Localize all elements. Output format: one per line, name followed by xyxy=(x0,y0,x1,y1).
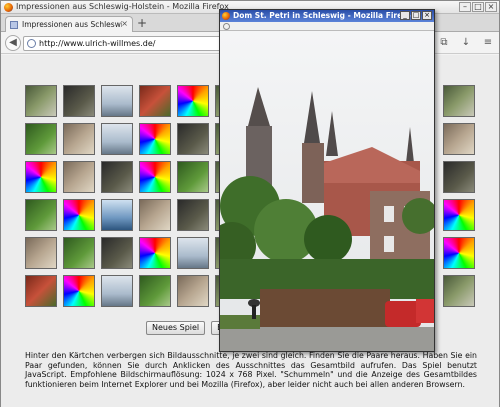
memory-card[interactable] xyxy=(25,85,57,117)
popup-title: Dom St. Petri in Schleswig - Mozilla Fir… xyxy=(233,11,416,20)
memory-card[interactable] xyxy=(177,275,209,307)
tab-close-icon[interactable]: × xyxy=(121,19,128,28)
window-title: Impressionen aus Schleswig-Holstein - Mo… xyxy=(16,2,229,11)
memory-card[interactable] xyxy=(25,275,57,307)
tab-label: Impressionen aus Schleswig-Holst... xyxy=(22,20,122,29)
memory-card[interactable] xyxy=(139,237,171,269)
toolbar-icons: ⧉ ↓ ≡ xyxy=(437,36,495,50)
memory-card[interactable] xyxy=(101,123,133,155)
maximize-button[interactable]: □ xyxy=(472,2,484,12)
memory-card[interactable] xyxy=(25,161,57,193)
memory-card[interactable] xyxy=(443,237,475,269)
popup-minimize-button[interactable]: _ xyxy=(400,11,410,20)
memory-card[interactable] xyxy=(101,161,133,193)
new-game-button[interactable]: Neues Spiel xyxy=(146,321,206,335)
firefox-icon xyxy=(222,12,230,20)
memory-card[interactable] xyxy=(63,85,95,117)
memory-card[interactable] xyxy=(139,123,171,155)
memory-card[interactable] xyxy=(139,85,171,117)
memory-card[interactable] xyxy=(139,275,171,307)
cathedral-image xyxy=(220,31,434,351)
memory-card[interactable] xyxy=(101,275,133,307)
memory-card[interactable] xyxy=(443,123,475,155)
popup-close-button[interactable]: × xyxy=(422,11,432,20)
memory-card[interactable] xyxy=(177,237,209,269)
memory-card[interactable] xyxy=(443,85,475,117)
memory-card[interactable] xyxy=(443,161,475,193)
popup-address-strip xyxy=(220,22,434,31)
memory-card[interactable] xyxy=(177,123,209,155)
download-icon[interactable]: ↓ xyxy=(459,36,473,50)
memory-card[interactable] xyxy=(139,161,171,193)
memory-card[interactable] xyxy=(25,199,57,231)
globe-icon xyxy=(27,39,36,48)
memory-card[interactable] xyxy=(25,237,57,269)
addon-icon[interactable]: ⧉ xyxy=(437,36,451,50)
tab-impressionen[interactable]: Impressionen aus Schleswig-Holst... × xyxy=(5,16,133,32)
memory-card[interactable] xyxy=(63,161,95,193)
browser-window: Impressionen aus Schleswig-Holstein - Mo… xyxy=(0,0,500,407)
memory-card[interactable] xyxy=(177,85,209,117)
popup-titlebar: Dom St. Petri in Schleswig - Mozilla Fir… xyxy=(220,10,434,22)
new-tab-button[interactable]: + xyxy=(137,16,147,30)
popup-window-controls: _ □ × xyxy=(400,11,432,20)
memory-card[interactable] xyxy=(101,237,133,269)
game-description: Hinter den Kärtchen verbergen sich Bilda… xyxy=(25,351,477,389)
url-bar[interactable]: http://www.ulrich-willmes.de/ xyxy=(23,36,223,51)
popup-maximize-button[interactable]: □ xyxy=(411,11,421,20)
popup-window: Dom St. Petri in Schleswig - Mozilla Fir… xyxy=(219,9,435,352)
page-icon xyxy=(223,23,230,30)
firefox-icon xyxy=(4,3,13,12)
memory-card[interactable] xyxy=(63,199,95,231)
memory-card[interactable] xyxy=(101,199,133,231)
memory-card[interactable] xyxy=(25,123,57,155)
memory-card[interactable] xyxy=(443,275,475,307)
memory-card[interactable] xyxy=(177,199,209,231)
memory-card[interactable] xyxy=(443,199,475,231)
memory-card[interactable] xyxy=(139,199,171,231)
memory-card[interactable] xyxy=(101,85,133,117)
menu-icon[interactable]: ≡ xyxy=(481,36,495,50)
memory-card[interactable] xyxy=(63,275,95,307)
memory-card[interactable] xyxy=(63,237,95,269)
url-text: http://www.ulrich-willmes.de/ xyxy=(39,39,156,48)
minimize-button[interactable]: – xyxy=(459,2,471,12)
close-button[interactable]: × xyxy=(485,2,497,12)
page-icon xyxy=(10,21,18,29)
memory-card[interactable] xyxy=(177,161,209,193)
memory-card[interactable] xyxy=(63,123,95,155)
back-button[interactable]: ◀ xyxy=(5,35,21,51)
cathedral-photo[interactable] xyxy=(220,31,434,351)
window-controls: – □ × xyxy=(459,2,497,12)
